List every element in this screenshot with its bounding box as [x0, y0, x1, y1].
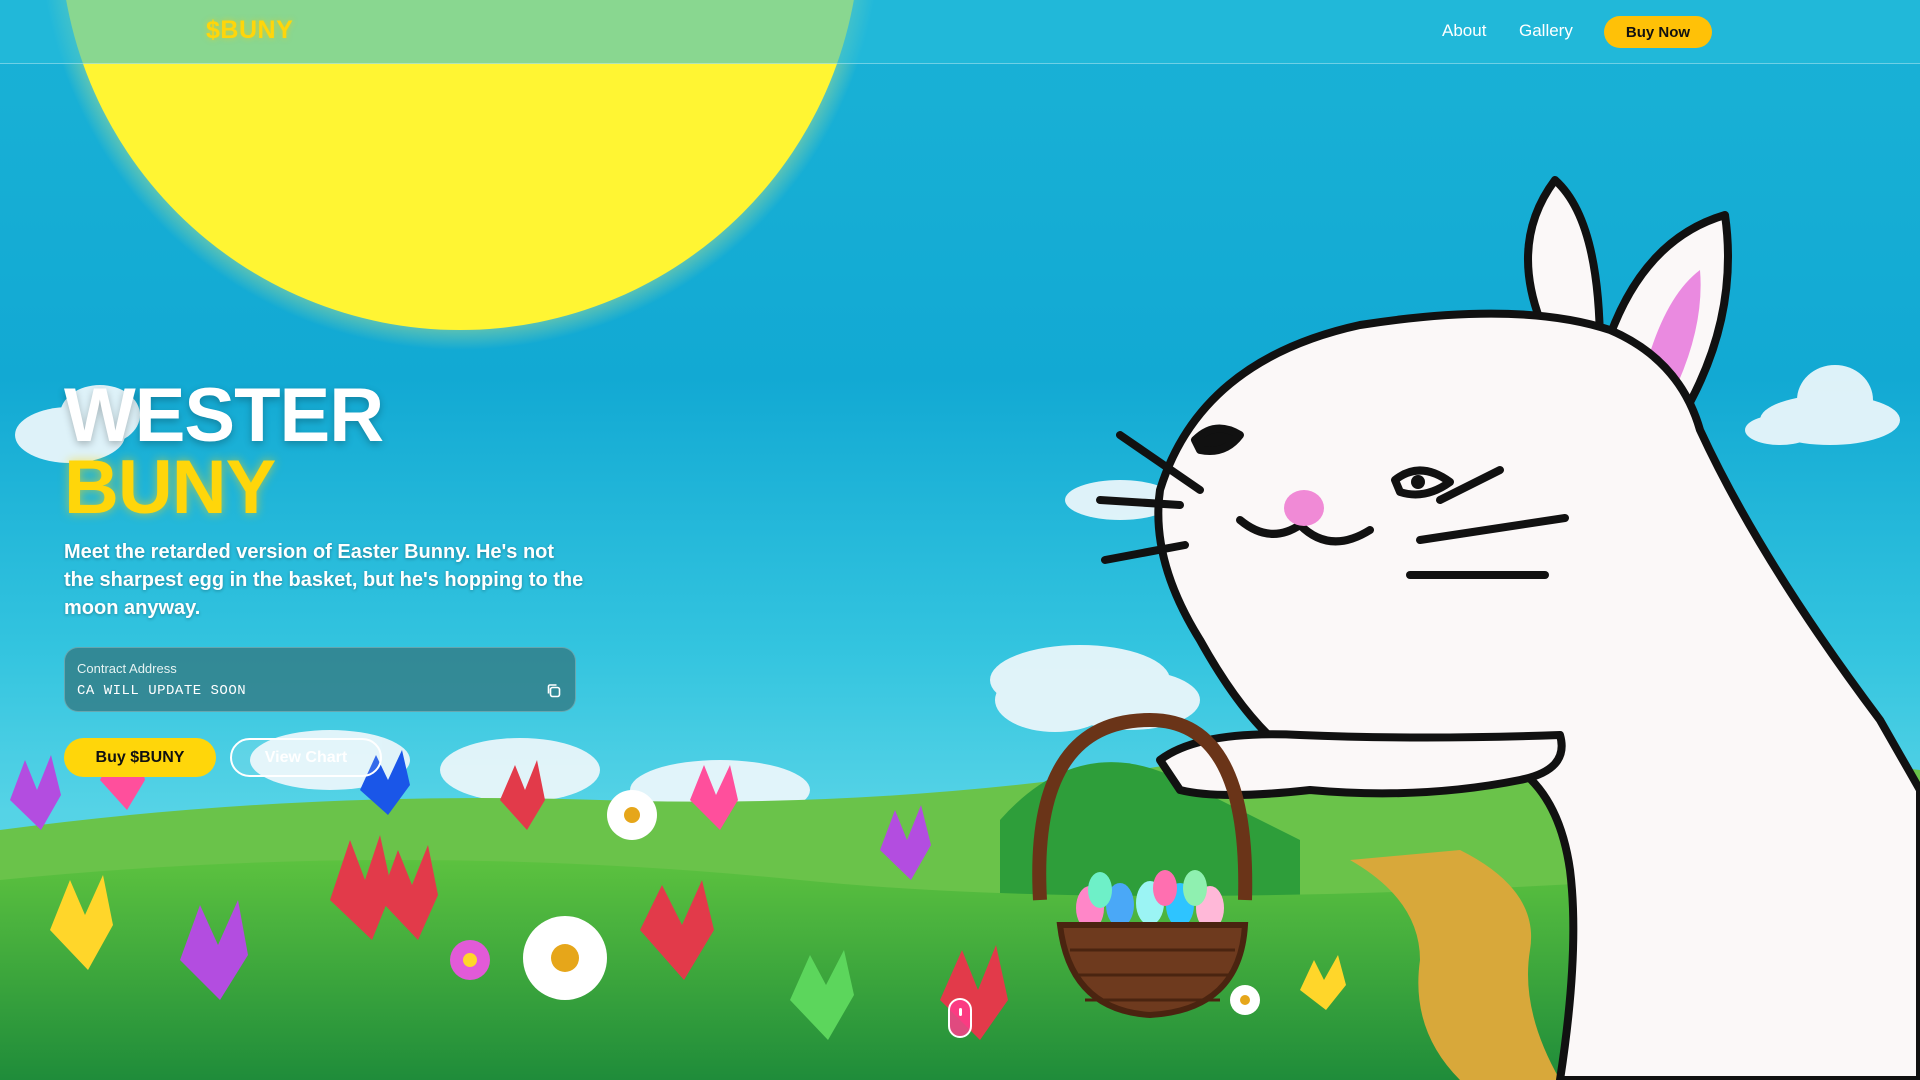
- hero-title-line2: BUNY: [64, 445, 276, 530]
- copy-icon[interactable]: [545, 682, 563, 700]
- bunny-nose: [1284, 490, 1324, 526]
- scroll-dot: [959, 1008, 962, 1016]
- mouse-scroll-icon[interactable]: [948, 998, 972, 1038]
- site-logo[interactable]: $BUNY: [206, 16, 293, 45]
- contract-address-box: Contract Address CA WILL UPDATE SOON: [64, 647, 576, 712]
- nav-buy-now-button[interactable]: Buy Now: [1604, 16, 1712, 48]
- hero-title: WESTER BUNY: [64, 373, 384, 530]
- navbar: $BUNY About Gallery Buy Now: [0, 0, 1920, 64]
- contract-address-value: CA WILL UPDATE SOON: [77, 683, 247, 699]
- hero-title-line1: WESTER: [64, 373, 384, 458]
- nav-gallery-link[interactable]: Gallery: [1519, 21, 1573, 41]
- nav-about-link[interactable]: About: [1442, 21, 1486, 41]
- contract-address-label: Contract Address: [77, 661, 177, 676]
- view-chart-button[interactable]: View Chart: [230, 738, 382, 777]
- hero-description: Meet the retarded version of Easter Bunn…: [64, 541, 584, 619]
- buy-buny-button[interactable]: Buy $BUNY: [64, 738, 216, 777]
